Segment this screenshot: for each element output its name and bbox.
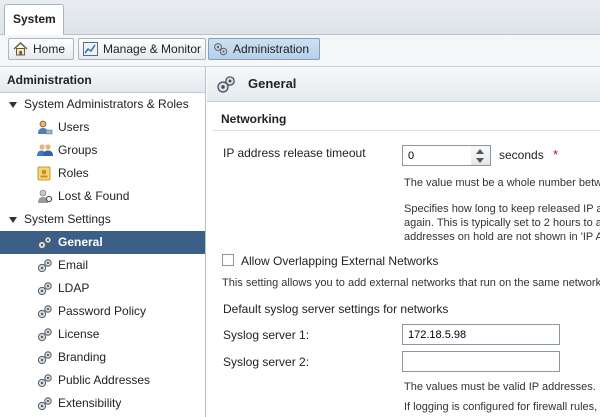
nav-item-label: Groups bbox=[58, 143, 98, 157]
monitor-chart-icon bbox=[83, 42, 98, 56]
nav-item-label: Users bbox=[58, 120, 90, 134]
administration-button[interactable]: Administration bbox=[208, 38, 320, 60]
section-divider bbox=[213, 130, 600, 131]
nav-item-extensibility[interactable]: Extensibility bbox=[0, 392, 205, 415]
syslog-help-valid-ip: The values must be valid IP addresses. bbox=[404, 381, 596, 393]
nav-item-label: Email bbox=[58, 258, 89, 272]
manage-monitor-label: Manage & Monitor bbox=[103, 42, 202, 56]
gears-icon bbox=[37, 305, 52, 319]
gears-icon bbox=[37, 282, 52, 296]
nav-item-general[interactable]: General bbox=[0, 231, 205, 254]
group-icon bbox=[37, 144, 53, 156]
nav-group-label: System Settings bbox=[24, 212, 111, 226]
nav-item-branding[interactable]: Branding bbox=[0, 346, 205, 369]
nav-item-label: Password Policy bbox=[58, 304, 147, 318]
nav-item-groups[interactable]: Groups bbox=[0, 139, 205, 162]
nav-item-ldap[interactable]: LDAP bbox=[0, 277, 205, 300]
nav-item-password-policy[interactable]: Password Policy bbox=[0, 300, 205, 323]
gears-icon bbox=[217, 76, 235, 93]
tab-system[interactable]: System bbox=[4, 4, 64, 35]
manage-monitor-button[interactable]: Manage & Monitor bbox=[78, 38, 206, 60]
page-title: General bbox=[248, 76, 297, 91]
panel-header: General bbox=[207, 67, 600, 102]
syslog-server-2-input[interactable] bbox=[402, 351, 560, 372]
allow-overlapping-label: Allow Overlapping External Networks bbox=[241, 254, 439, 268]
ip-release-help-line: again. This is typically set to 2 hours … bbox=[404, 217, 600, 229]
expand-triangle-icon[interactable] bbox=[9, 217, 17, 223]
spinner-down-icon[interactable] bbox=[476, 158, 484, 163]
lost-found-icon bbox=[38, 189, 53, 203]
nav-item-users[interactable]: Users bbox=[0, 116, 205, 139]
nav-item-label: Branding bbox=[58, 350, 107, 364]
gears-icon bbox=[37, 351, 52, 365]
nav-item-license[interactable]: License bbox=[0, 323, 205, 346]
gears-icon bbox=[37, 259, 52, 273]
nav-item-email[interactable]: Email bbox=[0, 254, 205, 277]
required-asterisk: * bbox=[553, 147, 559, 162]
gears-icon bbox=[37, 236, 52, 250]
ip-release-help-line: Specifies how long to keep released IP a bbox=[404, 203, 600, 215]
syslog-server-1-input[interactable] bbox=[402, 324, 560, 345]
left-nav-panel: Administration System Administrators & R… bbox=[0, 67, 206, 417]
nav-item-public-addresses[interactable]: Public Addresses bbox=[0, 369, 205, 392]
ip-release-help-whole-number: The value must be a whole number betw bbox=[404, 177, 600, 189]
syslog-heading: Default syslog server settings for netwo… bbox=[223, 302, 449, 316]
nav-group-system-settings[interactable]: System Settings bbox=[0, 208, 205, 231]
nav-item-roles[interactable]: Roles bbox=[0, 162, 205, 185]
nav-item-label: General bbox=[58, 235, 103, 249]
nav-item-label: Public Addresses bbox=[58, 373, 151, 387]
nav-item-label: LDAP bbox=[58, 281, 90, 295]
user-icon bbox=[38, 120, 53, 135]
ip-release-timeout-input[interactable] bbox=[402, 145, 472, 166]
ip-release-timeout-label: IP address release timeout bbox=[223, 146, 366, 160]
gears-icon bbox=[37, 397, 52, 411]
nav-item-lost-found[interactable]: Lost & Found bbox=[0, 185, 205, 208]
syslog-server-1-label: Syslog server 1: bbox=[223, 328, 310, 342]
home-button-label: Home bbox=[33, 42, 66, 56]
allow-overlapping-help: This setting allows you to add external … bbox=[222, 277, 600, 289]
seconds-unit-label: seconds bbox=[499, 148, 544, 162]
syslog-server-2-label: Syslog server 2: bbox=[223, 355, 310, 369]
section-networking-title: Networking bbox=[221, 112, 287, 126]
administration-label: Administration bbox=[233, 42, 310, 56]
left-nav-title: Administration bbox=[0, 67, 205, 93]
spinner-up-icon[interactable] bbox=[476, 149, 484, 154]
nav-item-label: Lost & Found bbox=[58, 189, 130, 203]
syslog-help-firewall: If logging is configured for firewall ru… bbox=[404, 401, 598, 413]
nav-group-label: System Administrators & Roles bbox=[24, 97, 189, 111]
gears-icon bbox=[37, 328, 52, 342]
expand-triangle-icon[interactable] bbox=[9, 102, 17, 108]
main-toolbar: Home Manage & Monitor Administration bbox=[0, 35, 600, 67]
nav-group-admins-roles[interactable]: System Administrators & Roles bbox=[0, 93, 205, 116]
nav-item-label: Extensibility bbox=[58, 396, 122, 410]
top-tab-bar: System bbox=[0, 0, 600, 35]
ip-release-timeout-spinner[interactable] bbox=[471, 145, 491, 166]
admin-gears-icon bbox=[214, 43, 228, 56]
gears-icon bbox=[37, 374, 52, 388]
general-settings-panel: General Networking IP address release ti… bbox=[207, 67, 600, 417]
nav-item-label: Roles bbox=[58, 166, 89, 180]
role-badge-icon bbox=[37, 166, 51, 181]
nav-item-label: License bbox=[58, 327, 100, 341]
home-button[interactable]: Home bbox=[8, 38, 74, 60]
allow-overlapping-checkbox[interactable] bbox=[222, 254, 234, 266]
ip-release-help-line: addresses on hold are not shown in 'IP A bbox=[404, 231, 600, 243]
home-icon bbox=[13, 42, 28, 56]
